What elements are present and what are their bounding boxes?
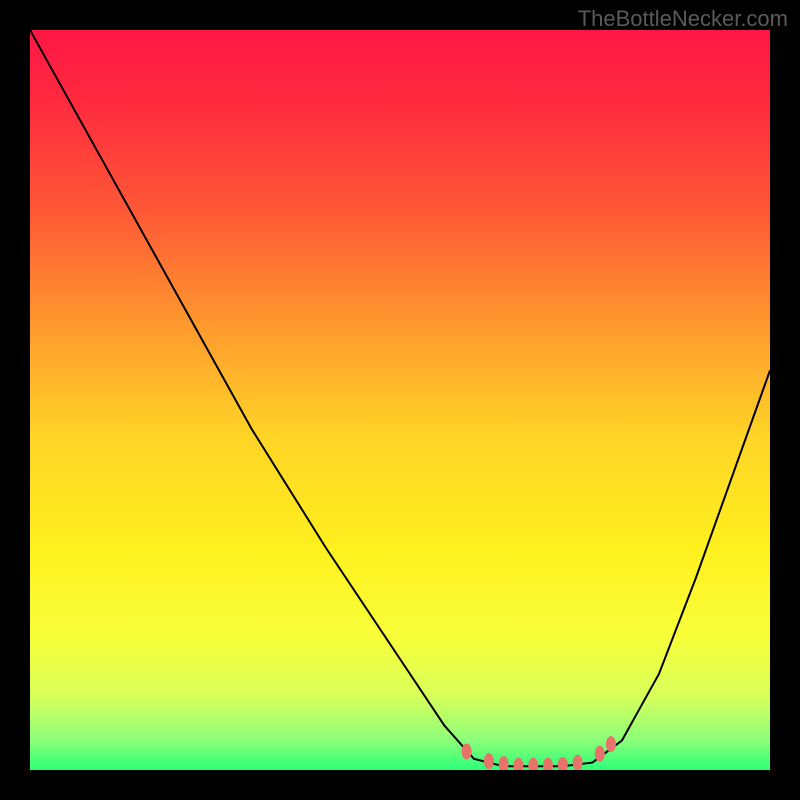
plot-area bbox=[30, 30, 770, 770]
watermark-text: TheBottleNecker.com bbox=[578, 6, 788, 32]
gradient-background bbox=[30, 30, 770, 770]
